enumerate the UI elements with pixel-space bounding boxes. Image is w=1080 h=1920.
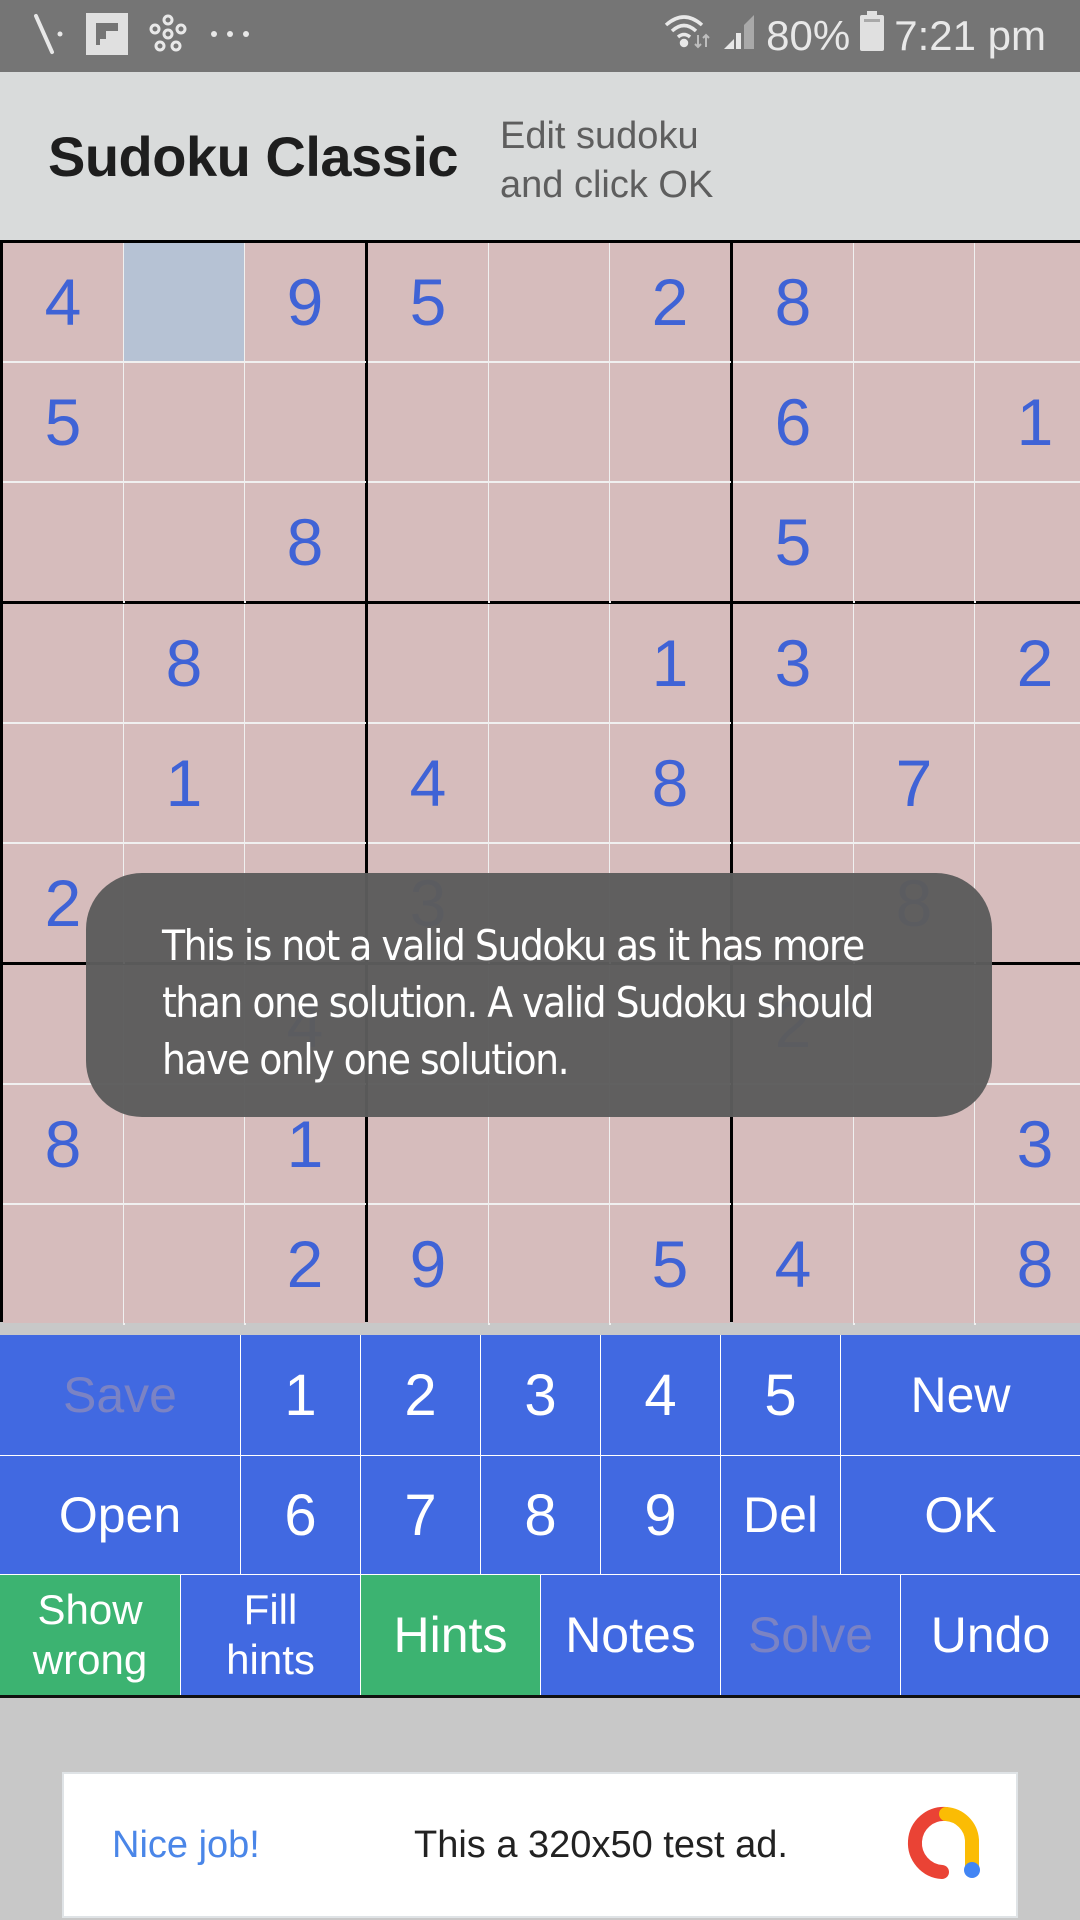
sudoku-cell[interactable]: 8 (610, 724, 730, 842)
sudoku-cell[interactable] (854, 604, 974, 722)
sudoku-cell[interactable] (3, 1205, 123, 1323)
digit-2-button[interactable]: 2 (361, 1335, 480, 1455)
del-button[interactable]: Del (721, 1456, 840, 1574)
admob-logo-icon (906, 1804, 986, 1884)
wifi-icon (662, 11, 712, 61)
sudoku-cell[interactable]: 5 (3, 363, 123, 481)
ok-button[interactable]: OK (841, 1456, 1080, 1574)
sudoku-cell[interactable] (975, 483, 1080, 601)
sudoku-cell[interactable]: 8 (124, 604, 244, 722)
sudoku-cell[interactable]: 8 (245, 483, 365, 601)
sudoku-cell[interactable] (3, 724, 123, 842)
digit-5-button[interactable]: 5 (721, 1335, 840, 1455)
sudoku-cell[interactable] (854, 483, 974, 601)
signal-icon (722, 11, 756, 61)
sudoku-cell[interactable] (854, 243, 974, 361)
keypad-divider (0, 1695, 1080, 1698)
sudoku-cell[interactable]: 2 (610, 243, 730, 361)
status-notifications (30, 12, 252, 61)
ad-text: This a 320x50 test ad. (414, 1824, 788, 1866)
sudoku-cell[interactable]: 9 (245, 243, 365, 361)
digit-1-button[interactable]: 1 (241, 1335, 360, 1455)
sudoku-cell[interactable]: 1 (975, 363, 1080, 481)
sudoku-cell[interactable] (489, 1205, 609, 1323)
sudoku-cell[interactable]: 5 (733, 483, 853, 601)
sudoku-cell[interactable] (3, 483, 123, 601)
app-subtitle: Edit sudoku and click OK (500, 115, 714, 206)
sudoku-cell[interactable] (245, 604, 365, 722)
status-system: 80% 7:21 pm (662, 8, 1046, 64)
sudoku-cell[interactable] (124, 483, 244, 601)
sudoku-cell[interactable] (489, 363, 609, 481)
sudoku-cell[interactable]: 1 (610, 604, 730, 722)
sudoku-cell[interactable] (124, 1205, 244, 1323)
clock: 7:21 pm (894, 12, 1046, 59)
sudoku-cell-selected[interactable] (124, 243, 244, 361)
sudoku-cell[interactable]: 5 (610, 1205, 730, 1323)
sudoku-cell[interactable] (489, 243, 609, 361)
hints-button[interactable]: Hints (361, 1575, 540, 1695)
sudoku-cell[interactable]: 3 (733, 604, 853, 722)
fill-hints-button[interactable]: Fill hints (181, 1575, 360, 1695)
sudoku-cell[interactable] (368, 363, 488, 481)
sudoku-cell[interactable] (3, 604, 123, 722)
battery-icon (860, 11, 885, 61)
app-title: Sudoku Classic (48, 125, 459, 188)
network-hub-icon (148, 14, 188, 59)
sudoku-cell[interactable]: 6 (733, 363, 853, 481)
sudoku-cell[interactable] (489, 483, 609, 601)
sudoku-cell[interactable] (368, 483, 488, 601)
solve-button[interactable]: Solve (721, 1575, 900, 1695)
ad-banner[interactable]: Nice job! This a 320x50 test ad. (62, 1772, 1018, 1918)
new-button[interactable]: New (841, 1335, 1080, 1455)
undo-button[interactable]: Undo (901, 1575, 1080, 1695)
sudoku-cell[interactable] (733, 724, 853, 842)
sudoku-cell[interactable] (245, 363, 365, 481)
more-dots-icon (208, 27, 252, 45)
sudoku-cell[interactable] (610, 363, 730, 481)
battery-percent: 80% (766, 12, 851, 59)
sudoku-cell[interactable]: 4 (368, 724, 488, 842)
sudoku-cell[interactable]: 1 (124, 724, 244, 842)
sudoku-cell[interactable]: 2 (975, 604, 1080, 722)
digit-6-button[interactable]: 6 (241, 1456, 360, 1574)
sudoku-cell[interactable] (854, 363, 974, 481)
screwdriver-icon (30, 12, 66, 61)
sudoku-cell[interactable]: 7 (854, 724, 974, 842)
show-wrong-button[interactable]: Show wrong (0, 1575, 180, 1695)
sudoku-cell[interactable]: 2 (245, 1205, 365, 1323)
sudoku-cell[interactable]: 3 (975, 1085, 1080, 1203)
sudoku-grid: 4952856185813214872384281329548 (0, 240, 1080, 1325)
sudoku-cell[interactable] (975, 724, 1080, 842)
sudoku-cell[interactable] (854, 1205, 974, 1323)
sudoku-cell[interactable] (610, 483, 730, 601)
notes-button[interactable]: Notes (541, 1575, 720, 1695)
sudoku-cell[interactable] (124, 363, 244, 481)
sudoku-cell[interactable]: 8 (733, 243, 853, 361)
sudoku-cell[interactable]: 5 (368, 243, 488, 361)
digit-4-button[interactable]: 4 (601, 1335, 720, 1455)
sudoku-cell[interactable]: 9 (368, 1205, 488, 1323)
status-bar: 80% 7:21 pm (0, 0, 1080, 72)
sudoku-cell[interactable]: 4 (3, 243, 123, 361)
digit-8-button[interactable]: 8 (481, 1456, 600, 1574)
sudoku-cell[interactable] (489, 724, 609, 842)
digit-9-button[interactable]: 9 (601, 1456, 720, 1574)
open-button[interactable]: Open (0, 1456, 240, 1574)
sudoku-cell[interactable] (975, 243, 1080, 361)
digit-3-button[interactable]: 3 (481, 1335, 600, 1455)
toast-message: This is not a valid Sudoku as it has mor… (86, 873, 992, 1117)
keypad: Save 1 2 3 4 5 New Open 6 7 8 9 Del OK Show wrong Fill … (0, 1335, 1080, 1697)
ad-headline: Nice job! (112, 1824, 260, 1866)
sudoku-cell[interactable]: 8 (975, 1205, 1080, 1323)
sudoku-cell[interactable] (368, 604, 488, 722)
sudoku-cell[interactable] (245, 724, 365, 842)
sudoku-cell[interactable] (489, 604, 609, 722)
app-bar: Sudoku Classic Edit sudoku and click OK (0, 72, 1080, 241)
flipboard-icon (86, 12, 128, 60)
save-button[interactable]: Save (0, 1335, 240, 1455)
sudoku-cell[interactable]: 4 (733, 1205, 853, 1323)
digit-7-button[interactable]: 7 (361, 1456, 480, 1574)
